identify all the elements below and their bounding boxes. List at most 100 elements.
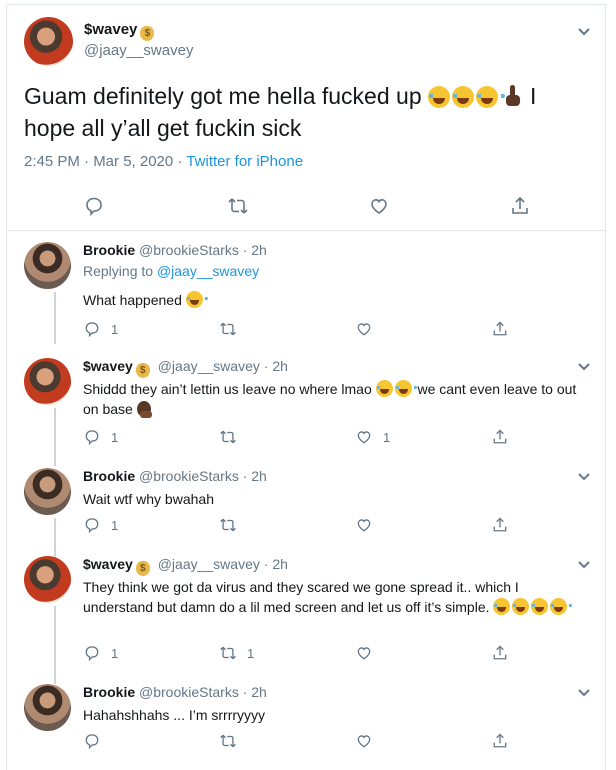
user-handle[interactable]: @brookieStarks — [139, 468, 239, 484]
tweet-actions — [7, 195, 605, 219]
reply-button[interactable] — [83, 195, 105, 217]
display-name[interactable]: Brookie — [83, 468, 135, 484]
reply-text: They think we got da virus and they scar… — [83, 577, 591, 617]
like-icon — [357, 323, 371, 336]
reply-button[interactable] — [83, 732, 101, 750]
reply-icon — [86, 197, 102, 216]
reply-button[interactable]: 1 — [83, 516, 118, 534]
share-button[interactable] — [491, 732, 509, 750]
main-tweet: $wavey $ @jaay__swavey Guam definitely go… — [7, 5, 605, 231]
reply-text-content: Wait wtf why bwahah — [83, 491, 214, 507]
share-button[interactable] — [509, 195, 531, 217]
share-icon — [493, 321, 507, 336]
like-button[interactable] — [355, 516, 373, 534]
tweet-text: Guam definitely got me hella fucked up I… — [24, 80, 589, 144]
retweet-icon — [220, 518, 236, 532]
share-button[interactable] — [491, 644, 509, 662]
tweet-thread: $wavey $ @jaay__swavey Guam definitely go… — [6, 4, 606, 770]
share-button[interactable] — [491, 320, 509, 338]
like-button[interactable] — [355, 732, 373, 750]
like-icon — [357, 519, 371, 532]
like-button[interactable] — [368, 195, 390, 217]
thread-line — [54, 292, 56, 344]
retweet-button[interactable] — [219, 320, 237, 338]
share-icon — [493, 517, 507, 532]
reply-button[interactable]: 1 — [83, 644, 118, 662]
like-icon — [357, 647, 371, 660]
reply-text-content: They think we got da virus and they scar… — [83, 579, 519, 615]
reply-count: 1 — [111, 321, 119, 337]
avatar[interactable] — [24, 684, 71, 731]
laughing-crying-emoji — [428, 86, 458, 108]
tweet-text-line-1: Guam definitely got me hella fucked up — [24, 83, 422, 109]
reply-count: 1 — [111, 517, 119, 533]
chevron-down-icon[interactable] — [577, 558, 591, 572]
avatar[interactable] — [24, 242, 71, 289]
display-name[interactable]: $wavey — [84, 21, 137, 38]
like-button[interactable] — [355, 320, 373, 338]
timestamp[interactable]: 2:45 PM · Mar 5, 2020 · — [24, 153, 186, 170]
reply-time[interactable]: · 2h — [243, 242, 267, 258]
chevron-down-icon[interactable] — [577, 360, 591, 374]
reply-actions: 1 — [83, 516, 583, 536]
chevron-down-icon[interactable] — [577, 470, 591, 484]
reply-button[interactable]: 1 — [83, 320, 118, 338]
display-name[interactable]: Brookie — [83, 242, 135, 258]
user-handle[interactable]: @jaay__swavey — [158, 556, 260, 572]
reply-icon — [85, 322, 99, 338]
retweet-button[interactable]: 1 — [219, 644, 254, 662]
reply-actions: 1 — [83, 320, 583, 340]
avatar[interactable] — [24, 358, 71, 405]
display-name[interactable]: Brookie — [83, 684, 135, 700]
retweet-button[interactable] — [227, 195, 249, 217]
like-button[interactable] — [355, 644, 373, 662]
retweet-button[interactable] — [219, 428, 237, 446]
share-icon — [512, 196, 528, 214]
reply-time[interactable]: · 2h — [243, 684, 267, 700]
user-handle[interactable]: @brookieStarks — [139, 242, 239, 258]
retweet-button[interactable] — [219, 516, 237, 534]
user-handle[interactable]: @jaay__swavey — [84, 42, 193, 59]
reply-text-content: What happened — [83, 292, 182, 308]
like-button[interactable]: 1 — [355, 428, 390, 446]
reply-time[interactable]: · 2h — [243, 468, 267, 484]
avatar[interactable] — [24, 17, 73, 66]
retweet-count: 1 — [247, 645, 255, 661]
reply-tweet[interactable]: Brookie @brookieStarks · 2h Replying to … — [7, 232, 605, 344]
avatar[interactable] — [24, 556, 71, 603]
reply-time[interactable]: · 2h — [264, 556, 288, 572]
mention-link[interactable]: @jaay__swavey — [157, 263, 259, 279]
source-link[interactable]: Twitter for iPhone — [186, 153, 303, 170]
reply-header: $wavey $ @jaay__swavey · 2h — [83, 358, 288, 378]
reply-text: Shiddd they ain’t lettin us leave no whe… — [83, 379, 591, 419]
laughing-crying-emoji — [493, 598, 516, 615]
user-handle[interactable]: @brookieStarks — [139, 684, 239, 700]
reply-header: Brookie @brookieStarks · 2h — [83, 242, 267, 258]
reply-text: Hahahshhahs ... I’m srrrryyyy — [83, 705, 591, 725]
reply-header: $wavey $ @jaay__swavey · 2h — [83, 556, 288, 576]
reply-tweet[interactable]: Brookie @brookieStarks · 2h Wait wtf why… — [7, 458, 605, 558]
share-button[interactable] — [491, 428, 509, 446]
avatar[interactable] — [24, 468, 71, 515]
reply-tweet[interactable]: Brookie @brookieStarks · 2h Hahahshhahs … — [7, 674, 605, 770]
share-button[interactable] — [491, 516, 509, 534]
chevron-down-icon[interactable] — [577, 25, 591, 39]
like-icon — [371, 198, 387, 214]
facepalm-emoji — [136, 401, 152, 418]
money-bag-icon: $ — [135, 561, 150, 576]
laughing-crying-emoji — [185, 291, 208, 308]
reply-text: Wait wtf why bwahah — [83, 489, 591, 509]
display-name[interactable]: $wavey — [83, 358, 133, 374]
money-bag-icon: $ — [135, 363, 150, 378]
retweet-button[interactable] — [219, 732, 237, 750]
reply-button[interactable]: 1 — [83, 428, 118, 446]
reply-text-content: Hahahshhahs ... I’m srrrryyyy — [83, 707, 266, 723]
thread-line — [54, 606, 56, 684]
reply-tweet[interactable]: $wavey $ @jaay__swavey · 2h Shiddd they a… — [7, 348, 605, 466]
reply-time[interactable]: · 2h — [264, 358, 288, 374]
display-name[interactable]: $wavey — [83, 556, 133, 572]
chevron-down-icon[interactable] — [577, 686, 591, 700]
reply-tweet[interactable]: $wavey $ @jaay__swavey · 2h They think we… — [7, 546, 605, 684]
retweet-icon — [220, 322, 236, 336]
user-handle[interactable]: @jaay__swavey — [158, 358, 260, 374]
